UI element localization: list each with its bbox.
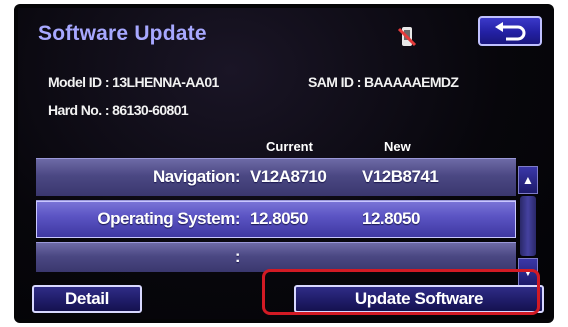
- column-header-new: New: [384, 139, 411, 154]
- current-version: 12.8050: [250, 209, 308, 228]
- software-row-navigation[interactable]: Navigation: V12A8710 V12B8741: [36, 158, 516, 196]
- sam-id: SAM ID : BAAAAAEMDZ: [308, 74, 459, 90]
- new-version: 12.8050: [362, 209, 420, 228]
- row-label: :: [234, 247, 241, 266]
- detail-button[interactable]: Detail: [32, 285, 142, 313]
- new-version: V12B8741: [362, 167, 439, 186]
- list-scrollbar: ▲ ▼: [518, 158, 538, 286]
- return-arrow-icon: [495, 22, 526, 41]
- column-header-current: Current: [266, 139, 313, 154]
- update-button-highlight: [262, 269, 540, 315]
- software-list: Navigation: V12A8710 V12B8741 Operating …: [36, 158, 516, 286]
- current-version: V12A8710: [250, 167, 327, 186]
- software-row-partial[interactable]: :: [36, 242, 516, 272]
- row-label: Operating System:: [97, 209, 240, 228]
- scroll-rail[interactable]: [520, 196, 536, 256]
- scroll-up-button[interactable]: ▲: [518, 166, 538, 194]
- double-chevron-up-icon: ▲: [522, 173, 534, 187]
- phone-disconnected-icon: [394, 24, 420, 50]
- page-title: Software Update: [38, 22, 207, 45]
- row-label: Navigation:: [152, 167, 241, 186]
- hard-no: Hard No. : 86130-60801: [48, 102, 189, 118]
- model-id: Model ID : 13LHENNA-AA01: [48, 74, 219, 90]
- software-row-operating-system[interactable]: Operating System: 12.8050 12.8050: [36, 200, 516, 238]
- back-button[interactable]: [478, 16, 542, 46]
